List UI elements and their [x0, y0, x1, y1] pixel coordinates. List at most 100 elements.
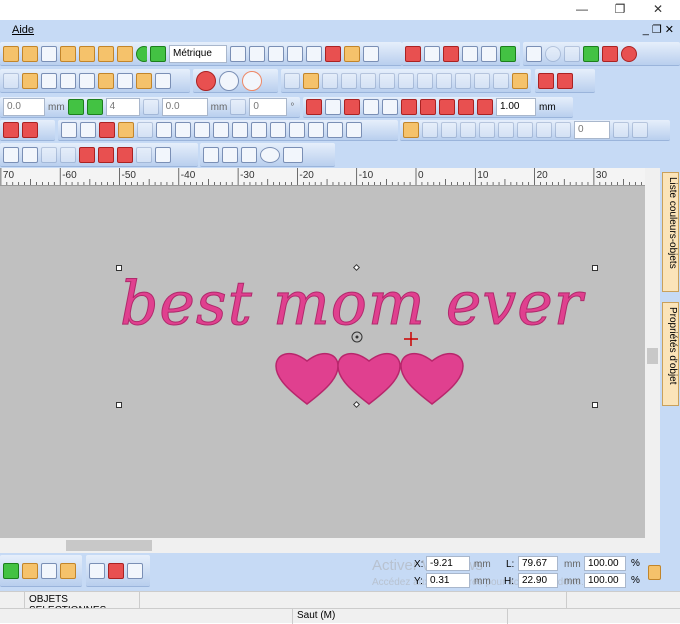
selection-handle[interactable]	[592, 402, 598, 408]
tool-icon[interactable]	[443, 45, 459, 62]
tool-icon[interactable]	[401, 99, 417, 115]
tool-icon[interactable]	[41, 72, 57, 89]
stitch-type-icon[interactable]	[3, 146, 19, 163]
cross-icon[interactable]	[462, 45, 478, 62]
tool-icon[interactable]	[363, 99, 379, 115]
tool-icon[interactable]	[3, 122, 19, 138]
lock-icon[interactable]	[118, 122, 134, 138]
needle-icon[interactable]	[22, 45, 38, 62]
horizontal-scrollbar[interactable]	[0, 538, 660, 553]
tool-icon[interactable]	[441, 122, 457, 138]
x-field[interactable]: -9.21	[426, 556, 470, 571]
circle-fill-icon[interactable]	[196, 70, 216, 91]
monitor-icon[interactable]	[155, 146, 171, 163]
scale-x-field[interactable]: 100.00	[584, 556, 626, 571]
angle-icon[interactable]	[230, 99, 247, 115]
same-height-icon[interactable]	[327, 122, 343, 138]
list-icon[interactable]	[268, 45, 284, 62]
table-icon[interactable]	[60, 45, 76, 62]
points-icon[interactable]	[86, 99, 103, 115]
height-field[interactable]: 22.90	[518, 573, 558, 588]
stitch-type-icon[interactable]	[79, 146, 95, 163]
number-4-icon[interactable]	[379, 72, 395, 89]
align-top-icon[interactable]	[213, 122, 229, 138]
distribute-icon[interactable]	[270, 122, 286, 138]
grid-icon[interactable]	[41, 45, 57, 62]
selection-handle[interactable]	[116, 402, 122, 408]
align-center-icon[interactable]	[175, 122, 191, 138]
tool-icon[interactable]	[403, 122, 419, 138]
stitch-type-icon[interactable]	[136, 146, 152, 163]
tool-icon[interactable]	[3, 45, 19, 62]
image-icon[interactable]	[79, 45, 95, 62]
hexagon-icon[interactable]	[564, 45, 580, 62]
number-10-icon[interactable]	[493, 72, 509, 89]
tool-icon[interactable]	[60, 72, 76, 89]
angle-field[interactable]: 0.0	[161, 98, 208, 116]
tool-icon[interactable]	[405, 45, 421, 62]
stitch-type-icon[interactable]	[41, 146, 57, 163]
checkbox-icon[interactable]	[79, 72, 95, 89]
stamp-icon[interactable]	[325, 45, 341, 62]
number-7-icon[interactable]	[436, 72, 452, 89]
points-icon[interactable]	[67, 99, 84, 115]
number-9-icon[interactable]	[474, 72, 490, 89]
grid-lines-icon[interactable]	[249, 45, 265, 62]
stitch-type-icon[interactable]	[98, 146, 114, 163]
mdi-controls[interactable]: _ ❐ ✕	[643, 23, 674, 36]
width-field[interactable]: 1.00	[496, 98, 536, 116]
tool-icon[interactable]	[89, 562, 105, 579]
tool-icon[interactable]	[306, 99, 322, 115]
tool-icon[interactable]	[424, 45, 440, 62]
node-icon[interactable]	[136, 72, 152, 89]
tool-icon[interactable]	[479, 122, 495, 138]
tool-icon[interactable]	[155, 72, 171, 89]
tab-color-object-list[interactable]: Liste couleurs-objets	[662, 172, 679, 292]
angle2-field[interactable]: 0	[249, 98, 288, 116]
vertical-scrollbar[interactable]	[645, 168, 660, 538]
count-field[interactable]: 4	[105, 98, 140, 116]
number-6-icon[interactable]	[417, 72, 433, 89]
units-select[interactable]: Métrique	[169, 44, 227, 63]
tool-icon[interactable]	[99, 122, 115, 138]
stitch-type-icon[interactable]	[60, 146, 76, 163]
tab-object-properties[interactable]: Propriétés d'objet	[662, 302, 679, 406]
number-1-icon[interactable]	[322, 72, 338, 89]
tool-icon[interactable]	[632, 122, 648, 138]
width-field[interactable]: 79.67	[518, 556, 558, 571]
shape-icon[interactable]	[526, 45, 542, 62]
tree-icon[interactable]	[500, 45, 516, 62]
number-8-icon[interactable]	[455, 72, 471, 89]
angle-icon[interactable]	[142, 99, 159, 115]
people-icon[interactable]	[363, 45, 379, 62]
tool-icon[interactable]	[460, 122, 476, 138]
y-field[interactable]: 0.31	[426, 573, 470, 588]
power-icon[interactable]	[621, 45, 637, 62]
scale-y-field[interactable]: 100.00	[584, 573, 626, 588]
tool-icon[interactable]	[3, 562, 19, 579]
align-bottom-icon[interactable]	[251, 122, 267, 138]
select-icon[interactable]	[80, 122, 96, 138]
tool-icon[interactable]	[420, 99, 436, 115]
palette-icon[interactable]	[117, 45, 133, 62]
tool-icon[interactable]	[555, 122, 571, 138]
number-5-icon[interactable]	[398, 72, 414, 89]
tool-icon[interactable]	[127, 562, 143, 579]
connector-icon[interactable]	[602, 45, 618, 62]
value-field-1[interactable]: 0.0	[3, 98, 45, 116]
close-button[interactable]: ✕	[648, 2, 668, 18]
value-select[interactable]: 0	[574, 121, 610, 139]
tool-icon[interactable]	[284, 72, 300, 89]
tool-icon[interactable]	[458, 99, 474, 115]
tool-icon[interactable]	[439, 99, 455, 115]
tool-icon[interactable]	[303, 72, 319, 89]
tool-icon[interactable]	[3, 72, 19, 89]
stitch-type-icon[interactable]	[22, 146, 38, 163]
embroidery-text[interactable]: best mom ever	[120, 269, 586, 340]
ellipse-icon[interactable]	[260, 146, 280, 163]
stitch-icon[interactable]	[230, 45, 246, 62]
number-2-icon[interactable]	[341, 72, 357, 89]
menu-aide[interactable]: Aide	[12, 24, 34, 36]
green-hexagon-icon[interactable]	[583, 45, 599, 62]
line-icon[interactable]	[203, 146, 219, 163]
